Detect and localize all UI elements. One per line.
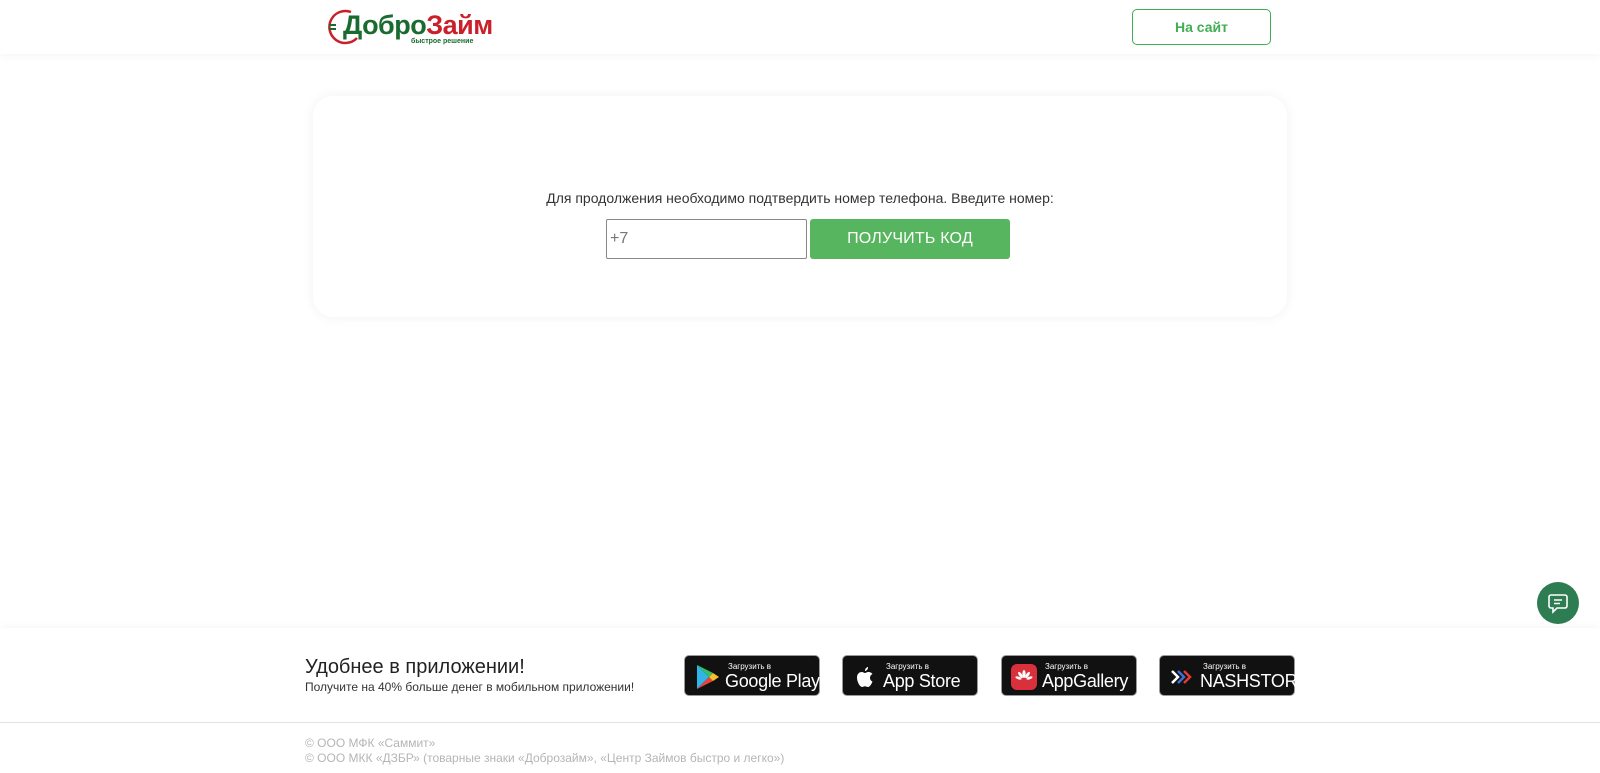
- header: ДоброЗайм быстрое решение На сайт: [0, 0, 1600, 54]
- copyright-line-2: © ООО МКК «ДЗБР» (товарные знаки «Доброз…: [305, 751, 785, 765]
- store-small-label: Загрузить в: [728, 662, 771, 671]
- chat-icon: [1548, 594, 1568, 614]
- store-big-label: AppGallery: [1042, 671, 1129, 691]
- footer-divider: [0, 722, 1600, 723]
- store-small-label: Загрузить в: [886, 662, 929, 671]
- logo[interactable]: ДоброЗайм быстрое решение: [327, 6, 493, 48]
- verification-prompt: Для продолжения необходимо подтвердить н…: [546, 190, 1054, 206]
- logo-tagline: быстрое решение: [411, 38, 474, 45]
- phone-input[interactable]: [606, 219, 807, 259]
- google-play-button[interactable]: Загрузить в Google Play: [684, 655, 820, 696]
- app-gallery-button[interactable]: Загрузить в AppGallery: [1001, 655, 1137, 696]
- huawei-icon: [1011, 664, 1037, 690]
- app-store-button[interactable]: Загрузить в App Store: [842, 655, 978, 696]
- phone-verification-card: Для продолжения необходимо подтвердить н…: [313, 96, 1287, 317]
- to-site-button[interactable]: На сайт: [1132, 9, 1271, 45]
- store-big-label: NASHSTORE: [1200, 671, 1309, 691]
- get-code-button[interactable]: ПОЛУЧИТЬ КОД: [810, 219, 1010, 259]
- logo-text: ДоброЗайм: [343, 10, 493, 40]
- app-promo-subtitle: Получите на 40% больше денег в мобильном…: [305, 680, 635, 694]
- nashstore-icon: [1171, 670, 1192, 684]
- store-big-label: Google Play: [725, 671, 820, 691]
- store-big-label: App Store: [883, 671, 961, 691]
- google-play-icon: [697, 665, 719, 689]
- store-small-label: Загрузить в: [1045, 662, 1088, 671]
- app-promo-title: Удобнее в приложении!: [305, 656, 525, 678]
- copyright-line-1: © ООО МФК «Саммит»: [305, 736, 436, 750]
- chat-button[interactable]: [1537, 582, 1579, 624]
- apple-icon: [857, 667, 873, 687]
- store-small-label: Загрузить в: [1203, 662, 1246, 671]
- app-promo-footer: Удобнее в приложении! Получите на 40% бо…: [0, 628, 1600, 722]
- nashstore-button[interactable]: Загрузить в NASHSTORE: [1159, 655, 1309, 696]
